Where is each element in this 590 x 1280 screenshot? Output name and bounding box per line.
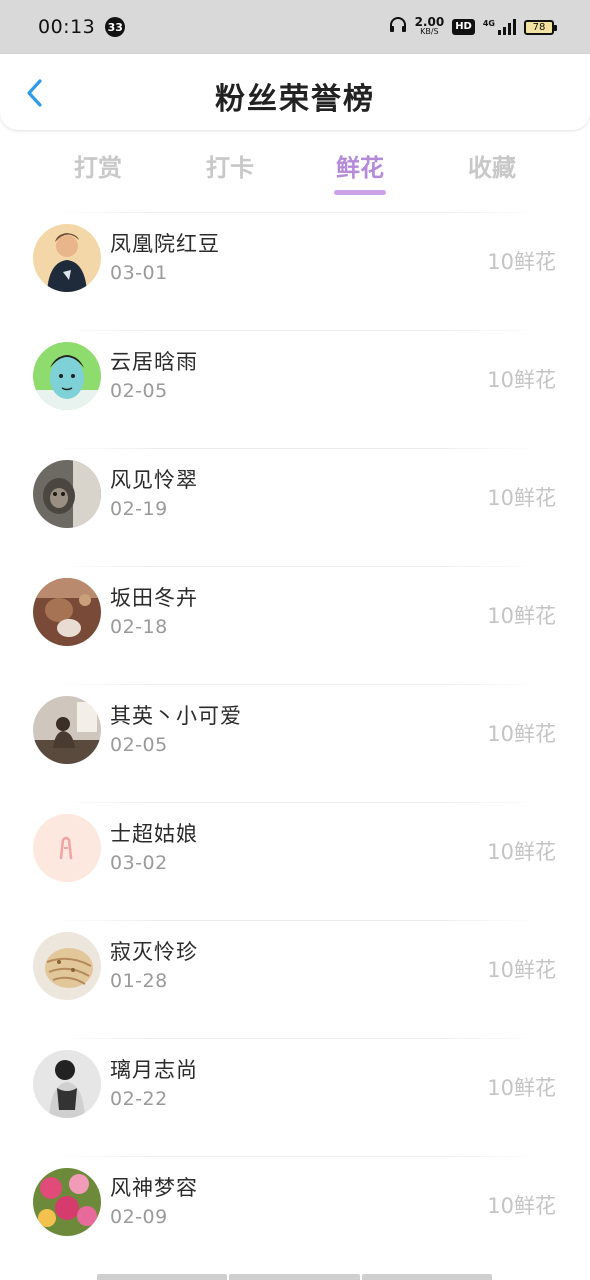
status-bar-right: 2.00 KB/S HD 4G 78 xyxy=(389,15,557,37)
hd-icon: HD xyxy=(452,19,475,35)
fan-list: 凤凰院红豆 03-01 10鲜花 云居晗雨 02-05 10鲜花 风见怜翠 02… xyxy=(0,212,590,1274)
fan-name: 云居晗雨 xyxy=(110,350,198,374)
avatar-seashell-icon xyxy=(33,932,101,1000)
page-title: 粉丝荣誉榜 xyxy=(215,82,375,117)
avatar xyxy=(33,460,101,528)
avatar-monkey-icon xyxy=(33,460,101,528)
header: 粉丝荣誉榜 xyxy=(0,54,590,130)
avatar-cartoon-green-icon xyxy=(33,342,101,410)
active-tab-indicator xyxy=(334,190,386,195)
headphones-icon xyxy=(389,17,407,37)
network-type: 4G xyxy=(482,19,495,28)
avatar-flowers-icon xyxy=(33,1168,101,1236)
avatar xyxy=(33,578,101,646)
fan-name: 坂田冬卉 xyxy=(110,586,198,610)
net-speed: 2.00 KB/S xyxy=(414,15,445,37)
avatar-cafe-icon xyxy=(33,578,101,646)
avatar xyxy=(33,1050,101,1118)
tab-bar: 打赏 打卡 鲜花 收藏 xyxy=(0,140,590,200)
tab-favorites[interactable]: 收藏 xyxy=(437,148,547,183)
fan-list-item[interactable]: 风见怜翠 02-19 10鲜花 xyxy=(0,448,590,566)
fan-name: 凤凰院红豆 xyxy=(110,232,220,256)
battery-level: 78 xyxy=(532,21,546,33)
fan-date: 01-28 xyxy=(110,970,168,992)
fan-name: 其英丶小可爱 xyxy=(110,704,242,728)
fan-list-item[interactable]: 士超姑娘 03-02 10鲜花 xyxy=(0,802,590,920)
fan-name: 寂灭怜珍 xyxy=(110,940,198,964)
fan-date: 02-19 xyxy=(110,498,168,520)
status-bar: 00:13 33 2.00 KB/S HD 4G 78 xyxy=(0,0,590,54)
tab-checkin[interactable]: 打卡 xyxy=(175,148,285,183)
bottom-scroll-indicator xyxy=(97,1274,492,1280)
fan-list-item[interactable]: 风神梦容 02-09 10鲜花 xyxy=(0,1156,590,1274)
fan-list-item[interactable]: 其英丶小可爱 02-05 10鲜花 xyxy=(0,684,590,802)
avatar xyxy=(33,1168,101,1236)
avatar xyxy=(33,224,101,292)
fan-list-item[interactable]: 坂田冬卉 02-18 10鲜花 xyxy=(0,566,590,684)
fan-date: 02-22 xyxy=(110,1088,168,1110)
gift-amount: 10鲜花 xyxy=(487,958,556,982)
avatar-pink-figure-icon xyxy=(33,814,101,882)
net-speed-value: 2.00 xyxy=(414,15,445,29)
avatar xyxy=(33,342,101,410)
status-bar-left: 00:13 33 xyxy=(38,16,126,38)
fan-list-item[interactable]: 云居晗雨 02-05 10鲜花 xyxy=(0,330,590,448)
avatar-boy-tshirt-icon xyxy=(33,224,101,292)
avatar-bw-person-icon xyxy=(33,1050,101,1118)
battery-icon: 78 xyxy=(524,19,557,35)
gift-amount: 10鲜花 xyxy=(487,486,556,510)
gift-amount: 10鲜花 xyxy=(487,604,556,628)
fan-date: 02-09 xyxy=(110,1206,168,1228)
gift-amount: 10鲜花 xyxy=(487,840,556,864)
fan-list-item[interactable]: 璃月志尚 02-22 10鲜花 xyxy=(0,1038,590,1156)
tab-flowers[interactable]: 鲜花 xyxy=(305,148,415,183)
net-speed-unit: KB/S xyxy=(420,27,439,36)
fan-name: 风见怜翠 xyxy=(110,468,198,492)
fan-date: 03-02 xyxy=(110,852,168,874)
fan-list-item[interactable]: 凤凰院红豆 03-01 10鲜花 xyxy=(0,212,590,330)
gift-amount: 10鲜花 xyxy=(487,1076,556,1100)
fan-list-item[interactable]: 寂灭怜珍 01-28 10鲜花 xyxy=(0,920,590,1038)
gift-amount: 10鲜花 xyxy=(487,1194,556,1218)
gift-amount: 10鲜花 xyxy=(487,722,556,746)
avatar-room-icon xyxy=(33,696,101,764)
notification-badge: 33 xyxy=(105,17,126,37)
avatar xyxy=(33,932,101,1000)
gift-amount: 10鲜花 xyxy=(487,368,556,392)
avatar xyxy=(33,814,101,882)
status-time: 00:13 xyxy=(38,16,96,38)
fan-date: 02-18 xyxy=(110,616,168,638)
fan-date: 02-05 xyxy=(110,734,168,756)
signal-icon: 4G xyxy=(483,19,516,35)
fan-date: 02-05 xyxy=(110,380,168,402)
fan-date: 03-01 xyxy=(110,262,168,284)
fan-name: 璃月志尚 xyxy=(110,1058,198,1082)
fan-name: 风神梦容 xyxy=(110,1176,198,1200)
tab-tip[interactable]: 打赏 xyxy=(43,148,153,183)
gift-amount: 10鲜花 xyxy=(487,250,556,274)
fan-name: 士超姑娘 xyxy=(110,822,198,846)
avatar xyxy=(33,696,101,764)
